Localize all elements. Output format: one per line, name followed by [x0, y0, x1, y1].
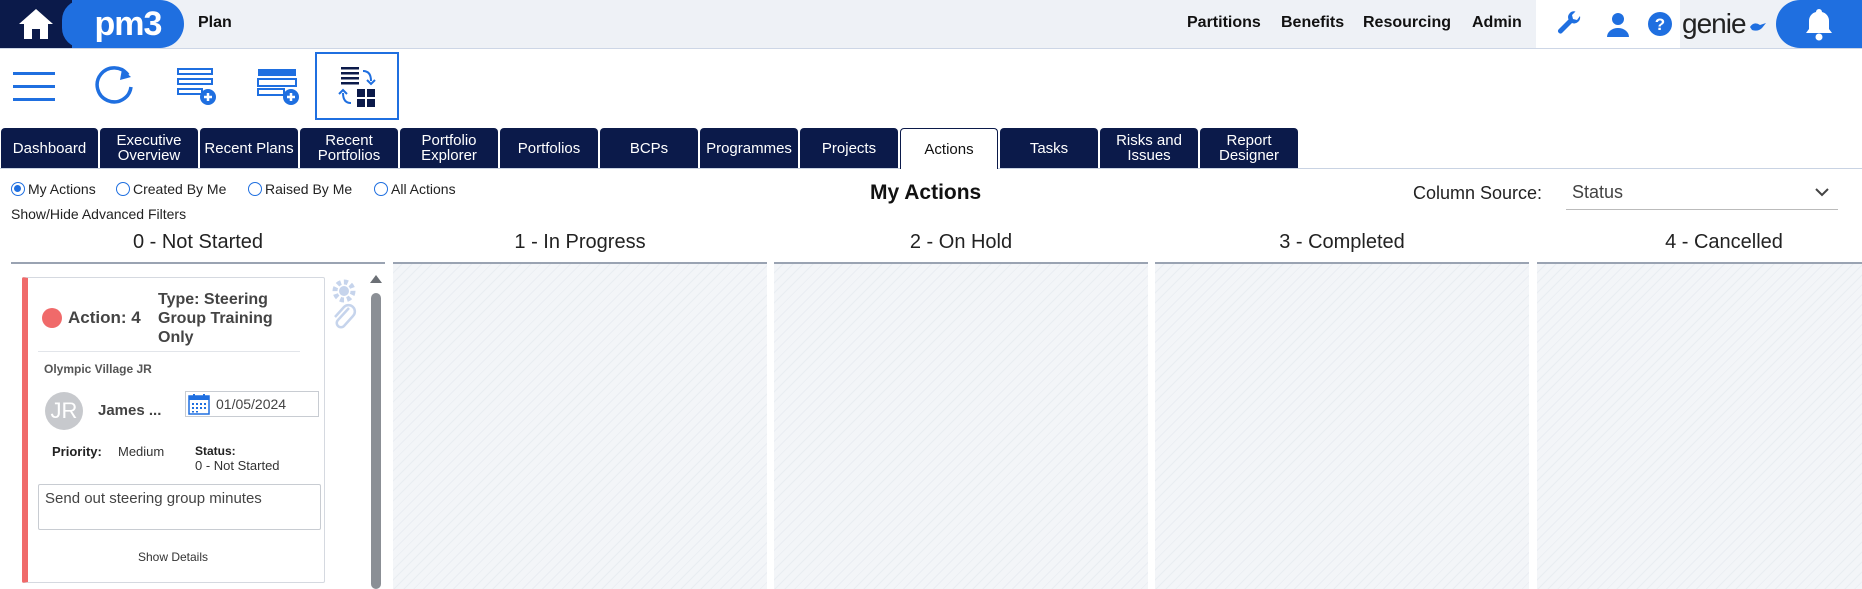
- notifications-button[interactable]: [1776, 0, 1862, 48]
- top-header: pm3 Plan Partitions Benefits Resourcing …: [0, 0, 1862, 49]
- column-source-value: Status: [1572, 182, 1624, 202]
- add-list-icon: [177, 68, 216, 105]
- column-header-in-progress: 1 - In Progress: [514, 231, 646, 253]
- filter-label: Raised By Me: [265, 181, 353, 197]
- filter-label: All Actions: [391, 181, 456, 197]
- genie-lamp-icon: [1749, 23, 1766, 31]
- svg-text:?: ?: [1655, 15, 1665, 34]
- scrollbar-thumb[interactable]: [371, 293, 381, 589]
- filter-my-actions[interactable]: My Actions: [11, 181, 96, 197]
- tool-group: ?: [1536, 0, 1680, 48]
- home-icon: [19, 9, 53, 39]
- board-view-icon: [338, 67, 376, 107]
- bell-icon: [1806, 9, 1832, 41]
- priority-value: Medium: [118, 444, 165, 459]
- tab-recent-portfolios[interactable]: Recent Portfolios: [300, 128, 398, 168]
- user-icon[interactable]: [1604, 10, 1632, 38]
- nav-partitions[interactable]: Partitions: [1187, 14, 1261, 32]
- show-details-link[interactable]: Show Details: [28, 550, 318, 564]
- tab-bcps[interactable]: BCPs: [600, 128, 698, 168]
- column-on-hold[interactable]: [774, 262, 1148, 589]
- menu-button[interactable]: [6, 52, 62, 120]
- column-source-select[interactable]: Status: [1566, 178, 1838, 210]
- radio-icon: [374, 182, 388, 196]
- column-completed[interactable]: [1155, 262, 1529, 589]
- add-board-icon: [257, 69, 299, 105]
- radio-selected-icon: [11, 182, 25, 196]
- action-type: Type: Steering Group Training Only: [158, 291, 273, 346]
- status-value: 0 - Not Started: [195, 458, 280, 473]
- refresh-button[interactable]: [88, 52, 140, 120]
- divider: [38, 351, 300, 352]
- tab-projects[interactable]: Projects: [800, 128, 898, 168]
- column-header-completed: 3 - Completed: [1279, 231, 1405, 253]
- action-number: Action: 4: [68, 308, 141, 327]
- nav-admin[interactable]: Admin: [1472, 14, 1522, 32]
- priority-label: Priority:: [52, 444, 102, 459]
- filter-all-actions[interactable]: All Actions: [374, 181, 456, 197]
- action-card[interactable]: Action: 4 Type: Steering Group Training …: [22, 277, 325, 583]
- column-scrollbar[interactable]: [370, 275, 382, 589]
- avatar: JR: [45, 392, 83, 430]
- genie-brand[interactable]: genie: [1682, 8, 1768, 40]
- menu-icon: [13, 72, 55, 101]
- column-source-label: Column Source:: [1413, 183, 1543, 203]
- column-cancelled[interactable]: [1537, 262, 1862, 589]
- due-date-field[interactable]: 01/05/2024: [185, 391, 319, 417]
- column-header-cancelled: 4 - Cancelled: [1665, 231, 1783, 253]
- wrench-icon[interactable]: [1556, 10, 1584, 38]
- avatar-initials: JR: [50, 398, 78, 423]
- filter-created-by-me[interactable]: Created By Me: [116, 181, 226, 197]
- card-side-icons: [331, 278, 357, 332]
- tab-executive-overview[interactable]: Executive Overview: [100, 128, 198, 168]
- advanced-filters-toggle[interactable]: Show/Hide Advanced Filters: [11, 206, 186, 222]
- logo-text: pm3: [94, 4, 163, 43]
- tab-portfolio-explorer[interactable]: Portfolio Explorer: [400, 128, 498, 168]
- paperclip-icon[interactable]: [331, 302, 357, 332]
- add-list-button[interactable]: [170, 52, 222, 120]
- pm3-logo[interactable]: pm3: [72, 0, 184, 48]
- priority-dot: [42, 308, 62, 328]
- column-header-on-hold: 2 - On Hold: [909, 231, 1013, 253]
- description-field[interactable]: Send out steering group minutes: [38, 484, 321, 530]
- filter-label: Created By Me: [133, 181, 227, 197]
- tab-tasks[interactable]: Tasks: [1000, 128, 1098, 168]
- scroll-up-icon[interactable]: [370, 275, 382, 283]
- column-header-not-started: 0 - Not Started: [132, 231, 264, 253]
- refresh-icon: [95, 66, 133, 104]
- help-icon[interactable]: ?: [1646, 10, 1674, 38]
- add-board-button[interactable]: [252, 52, 304, 120]
- filter-label: My Actions: [28, 181, 96, 197]
- project-name[interactable]: Olympic Village JR: [44, 362, 152, 376]
- chevron-down-icon: [1815, 188, 1829, 197]
- due-date-value: 01/05/2024: [216, 396, 287, 412]
- tab-bar: Dashboard Executive Overview Recent Plan…: [0, 128, 1862, 169]
- board-view-button[interactable]: [315, 52, 399, 120]
- filter-raised-by-me[interactable]: Raised By Me: [248, 181, 352, 197]
- tab-programmes[interactable]: Programmes: [700, 128, 798, 168]
- radio-icon: [248, 182, 262, 196]
- tab-actions[interactable]: Actions: [900, 128, 998, 169]
- tab-recent-plans[interactable]: Recent Plans: [200, 128, 298, 168]
- tab-dashboard[interactable]: Dashboard: [1, 128, 98, 168]
- gear-icon[interactable]: [331, 278, 357, 304]
- tab-risks-and-issues[interactable]: Risks and Issues: [1100, 128, 1198, 168]
- genie-text: genie: [1682, 8, 1747, 39]
- nav-resourcing[interactable]: Resourcing: [1363, 14, 1451, 32]
- column-in-progress[interactable]: [393, 262, 767, 589]
- tab-report-designer[interactable]: Report Designer: [1200, 128, 1298, 168]
- page-title: My Actions: [870, 181, 982, 204]
- owner-name: James ...: [98, 402, 162, 419]
- calendar-icon[interactable]: [188, 393, 210, 415]
- nav-benefits[interactable]: Benefits: [1281, 14, 1344, 32]
- status-label: Status:: [195, 444, 236, 458]
- tab-portfolios[interactable]: Portfolios: [500, 128, 598, 168]
- app-label: Plan: [198, 14, 232, 31]
- radio-icon: [116, 182, 130, 196]
